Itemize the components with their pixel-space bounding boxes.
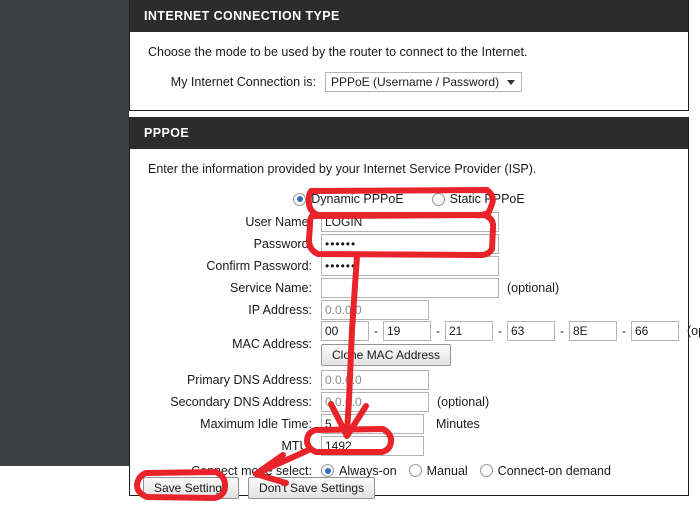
internet-connection-type-panel: INTERNET CONNECTION TYPE Choose the mode… [129,0,689,111]
internet-connection-selected-value: PPPoE (Username / Password) [331,74,500,89]
save-settings-button[interactable]: Save Settings [143,477,240,499]
radio-connect-on-demand[interactable]: Connect-on demand [479,463,611,478]
internet-connection-type-header: INTERNET CONNECTION TYPE [130,0,688,32]
internet-connection-type-body: Choose the mode to be used by the router… [130,32,688,110]
settings-content: INTERNET CONNECTION TYPE Choose the mode… [129,0,700,496]
radio-dynamic-pppoe[interactable]: Dynamic PPPoE [293,192,404,206]
my-internet-connection-row: My Internet Connection is: PPPoE (Userna… [142,71,676,92]
mac-octet-3[interactable]: 21 [445,321,493,341]
mac-address-optional-note: (optional) [687,324,700,338]
max-idle-time-row: Maximum Idle Time: 5 Minutes [142,413,676,434]
connection-type-intro-text: Choose the mode to be used by the router… [148,45,528,59]
max-idle-time-label: Maximum Idle Time: [200,416,312,431]
pppoe-header: PPPOE [130,117,688,149]
pppoe-intro-text: Enter the information provided by your I… [148,162,537,176]
service-name-label: Service Name: [230,280,312,295]
internet-connection-select[interactable]: PPPoE (Username / Password) [325,71,523,92]
radio-dot-icon [408,464,422,477]
connect-mode-radio-group: Always-on Manual Connect-on demand [321,464,623,478]
my-internet-connection-label: My Internet Connection is: [170,74,316,89]
ip-address-row: IP Address: 0.0.0.0 [142,299,676,320]
left-dark-margin [0,0,129,466]
radio-always-on-label: Always-on [339,463,397,478]
radio-manual[interactable]: Manual [408,463,468,478]
radio-manual-label: Manual [426,463,468,478]
radio-dynamic-pppoe-label: Dynamic PPPoE [311,192,404,206]
mac-separator: - [374,324,378,338]
radio-dot-icon [293,192,307,206]
radio-always-on[interactable]: Always-on [321,464,397,478]
user-name-label: User Name: [245,214,312,229]
secondary-dns-row: Secondary DNS Address: 0.0.0.0 (optional… [142,391,676,412]
mac-octet-6[interactable]: 66 [631,321,679,341]
mac-separator: - [498,324,502,338]
dont-save-settings-button[interactable]: Don't Save Settings [248,477,376,499]
mac-separator: - [560,324,564,338]
pppoe-body: Enter the information provided by your I… [130,149,700,495]
confirm-password-label: Confirm Password: [206,258,312,273]
footer-button-bar: Save Settings Don't Save Settings [143,477,376,499]
mac-address-label: MAC Address: [232,336,312,351]
radio-static-pppoe-label: Static PPPoE [449,192,525,206]
password-input[interactable]: •••••• [321,233,499,254]
radio-connect-on-demand-label: Connect-on demand [497,463,611,478]
secondary-dns-label: Secondary DNS Address: [170,394,312,409]
secondary-dns-optional-note: (optional) [437,394,490,409]
ip-address-input[interactable]: 0.0.0.0 [321,299,429,320]
radio-dot-icon [321,464,334,477]
primary-dns-input[interactable]: 0.0.0.0 [321,369,429,390]
mac-separator: - [622,324,626,338]
confirm-password-row: Confirm Password: •••••• [142,255,676,276]
mac-address-row: MAC Address: 00 - 19 - 21 - 63 - 8E - 66… [142,321,700,366]
pppoe-mode-radio-group: Dynamic PPPoE Static PPPoE [142,188,676,211]
pppoe-panel: PPPOE Enter the information provided by … [129,117,700,496]
radio-static-pppoe[interactable]: Static PPPoE [431,192,525,206]
primary-dns-label: Primary DNS Address: [186,372,312,387]
chevron-down-icon [507,79,516,85]
mtu-label: MTU: [281,438,312,453]
clone-mac-address-button[interactable]: Clone MAC Address [321,344,452,366]
connect-mode-label: Connect mode select: [191,463,312,478]
mac-octet-4[interactable]: 63 [507,321,555,341]
mtu-row: MTU: 1492 [142,435,676,456]
primary-dns-row: Primary DNS Address: 0.0.0.0 [142,369,676,390]
mac-separator: - [436,324,440,338]
mac-octet-group: 00 - 19 - 21 - 63 - 8E - 66 (optional) [321,321,700,341]
mac-octet-5[interactable]: 8E [569,321,617,341]
mac-octet-1[interactable]: 00 [321,321,369,341]
service-name-input[interactable] [321,277,499,298]
service-name-row: Service Name: (optional) [142,277,676,298]
max-idle-time-unit-label: Minutes [436,416,480,431]
user-name-row: User Name: LOGIN [142,211,676,232]
radio-dot-icon [431,192,445,206]
password-label: Password: [253,236,312,251]
secondary-dns-input[interactable]: 0.0.0.0 [321,391,429,412]
password-row: Password: •••••• [142,233,676,254]
max-idle-time-input[interactable]: 5 [321,413,424,434]
ip-address-label: IP Address: [248,302,312,317]
mtu-input[interactable]: 1492 [321,435,424,456]
mac-octet-2[interactable]: 19 [383,321,431,341]
user-name-input[interactable]: LOGIN [321,211,499,232]
radio-dot-icon [479,464,493,477]
service-name-optional-note: (optional) [507,280,560,295]
confirm-password-input[interactable]: •••••• [321,255,499,276]
